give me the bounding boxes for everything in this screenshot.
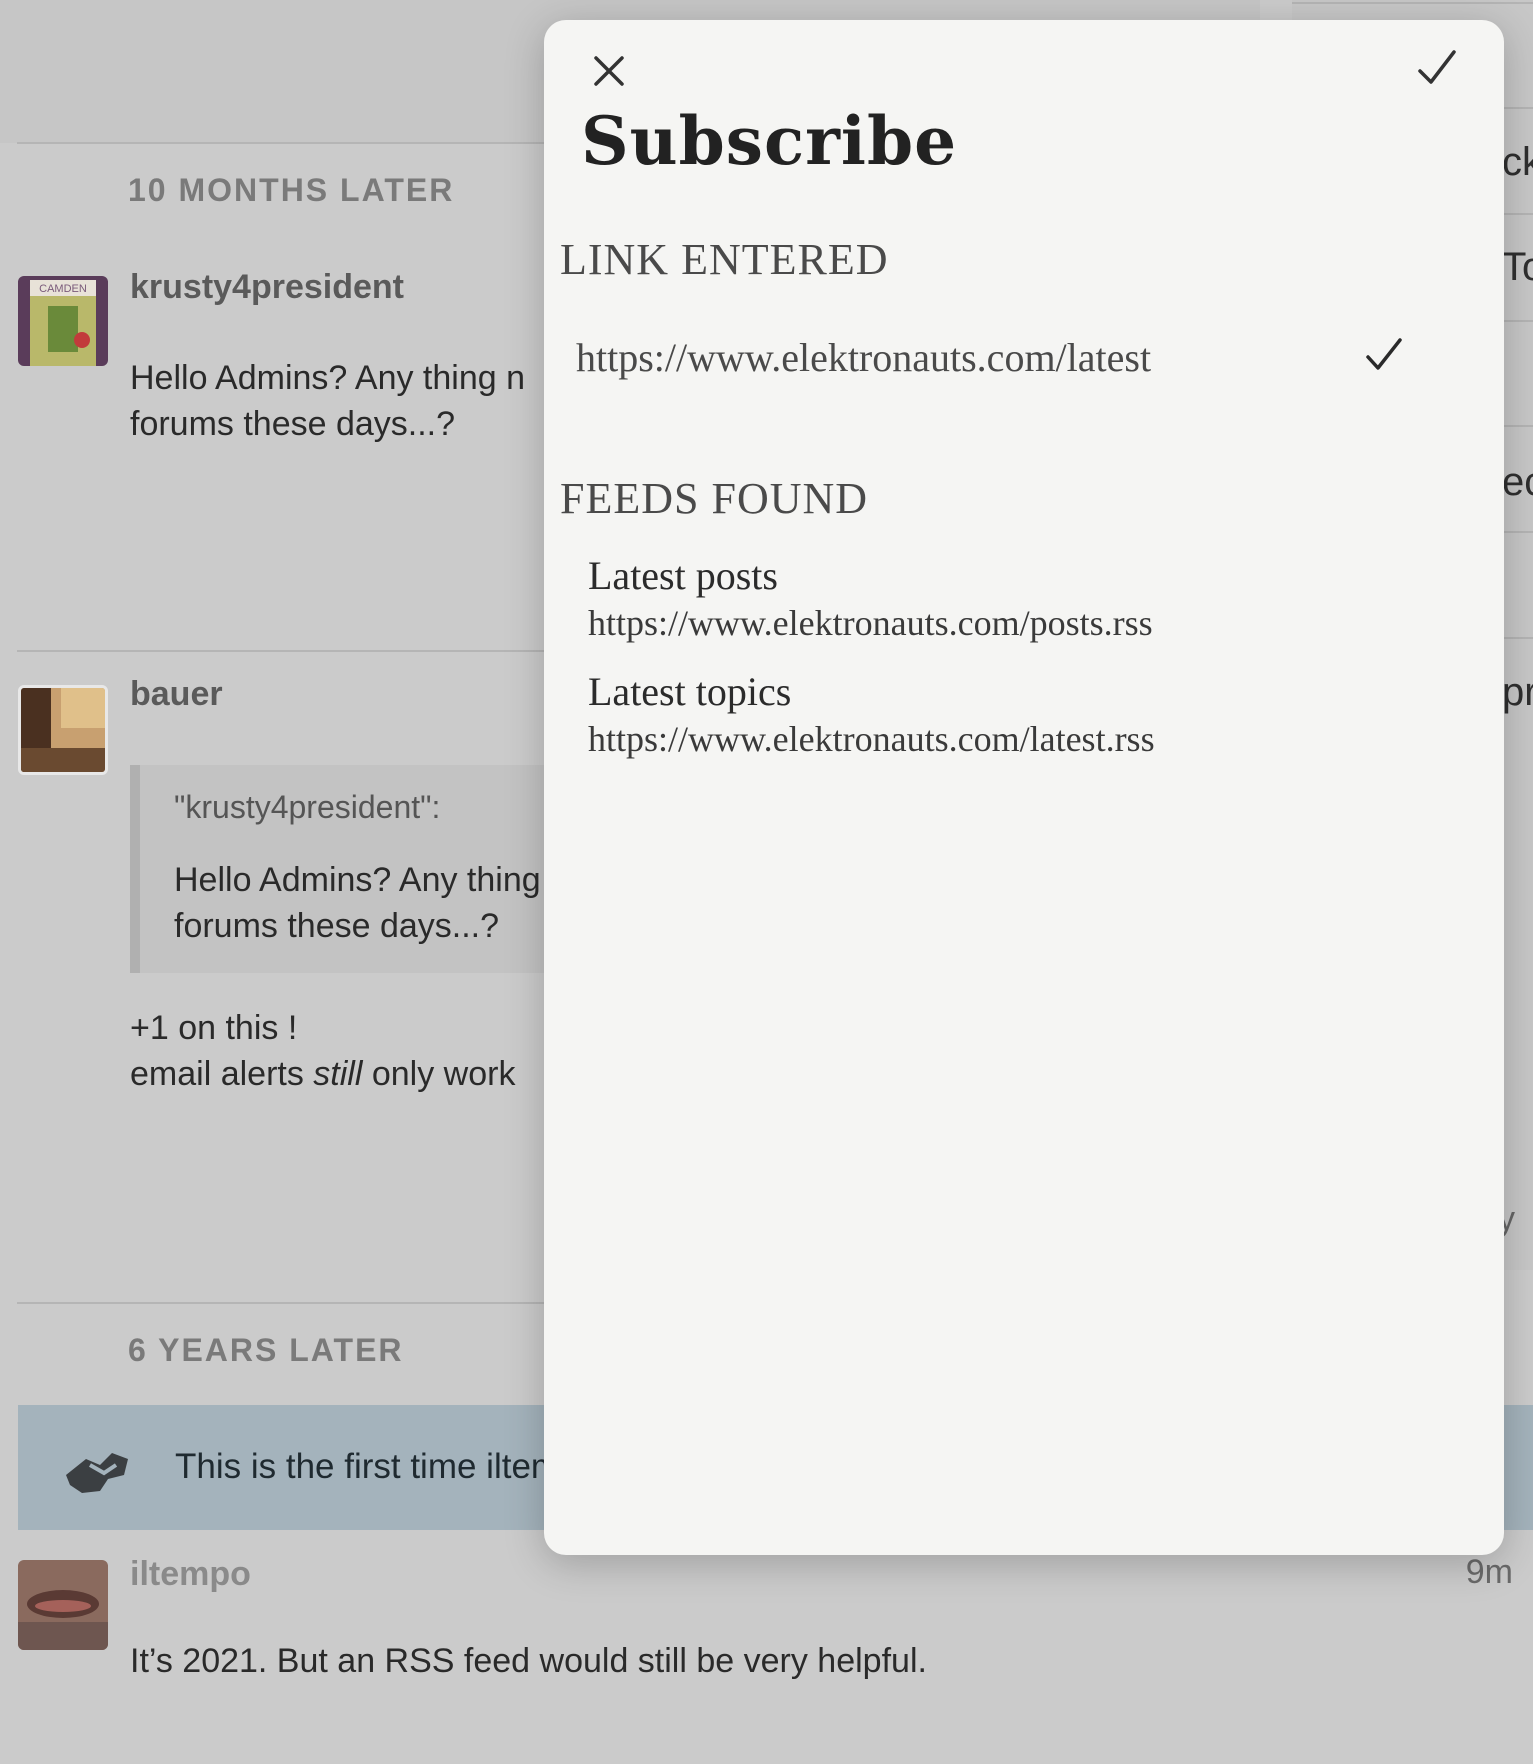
post-text-emphasis: still (313, 1055, 363, 1093)
post-timestamp[interactable]: 9m (1466, 1553, 1513, 1592)
section-heading-feeds: FEEDS FOUND (560, 474, 869, 523)
post-username[interactable]: krusty4president (130, 268, 404, 307)
notice-text: This is the first time iltem (175, 1447, 561, 1486)
post-body: Hello Admins? Any thing n forums these d… (130, 355, 525, 447)
post-body: +1 on this ! email alerts still only wor… (130, 1005, 515, 1097)
quote-author: "krusty4president": (174, 789, 441, 825)
post-text-run: email alerts (130, 1055, 314, 1093)
post-line: email alerts still only work (130, 1051, 515, 1097)
post-username[interactable]: iltempo (130, 1555, 251, 1594)
divider (17, 1302, 577, 1304)
sidebar-item[interactable]: ec (1502, 460, 1533, 505)
selected-checkmark-icon (1366, 338, 1402, 370)
quote-line: forums these days...? (174, 907, 500, 945)
feed-url: https://www.elektronauts.com/posts.rss (588, 603, 1153, 643)
avatar[interactable] (18, 685, 108, 775)
quote-text: Hello Admins? Any thing forums these day… (174, 857, 541, 949)
entered-link-option[interactable]: https://www.elektronauts.com/latest (544, 320, 1504, 400)
post-username[interactable]: bauer (130, 675, 223, 714)
post-line: forums these days...? (130, 405, 456, 443)
feed-option[interactable]: Latest topics https://www.elektronauts.c… (544, 668, 1504, 776)
quote-block: "krusty4president": Hello Admins? Any th… (130, 765, 600, 973)
avatar-text: CAMDEN (39, 283, 87, 295)
sidebar-divider (1292, 2, 1533, 4)
handshake-icon (66, 1453, 128, 1493)
avatar[interactable]: CAMDEN (18, 276, 108, 366)
post-body: It’s 2021. But an RSS feed would still b… (130, 1642, 927, 1680)
post-line: +1 on this ! (130, 1009, 298, 1047)
time-gap-label: 6 YEARS LATER (128, 1332, 404, 1368)
quote-line: Hello Admins? Any thing (174, 861, 541, 899)
sidebar-item[interactable]: pr (1502, 670, 1533, 715)
sidebar-item[interactable]: To (1502, 245, 1533, 290)
post-text-run: only work (362, 1055, 516, 1093)
sidebar-item[interactable]: ck (1502, 140, 1533, 185)
feed-option[interactable]: Latest posts https://www.elektronauts.co… (544, 552, 1504, 660)
time-gap-label: 10 MONTHS LATER (128, 172, 455, 208)
divider (17, 142, 577, 144)
avatar[interactable] (18, 1560, 108, 1650)
subscribe-dialog: Subscribe LINK ENTERED https://www.elekt… (544, 20, 1504, 1555)
checkmark-icon[interactable] (1412, 44, 1462, 94)
close-icon[interactable] (584, 46, 634, 96)
feed-url: https://www.elektronauts.com/latest.rss (588, 719, 1155, 759)
dialog-title: Subscribe (581, 102, 958, 180)
feed-title: Latest topics (588, 669, 792, 714)
feed-title: Latest posts (588, 553, 778, 598)
post-line: Hello Admins? Any thing n (130, 359, 526, 397)
entered-link-url: https://www.elektronauts.com/latest (576, 335, 1152, 380)
divider (17, 650, 577, 652)
section-heading-link: LINK ENTERED (560, 235, 889, 284)
